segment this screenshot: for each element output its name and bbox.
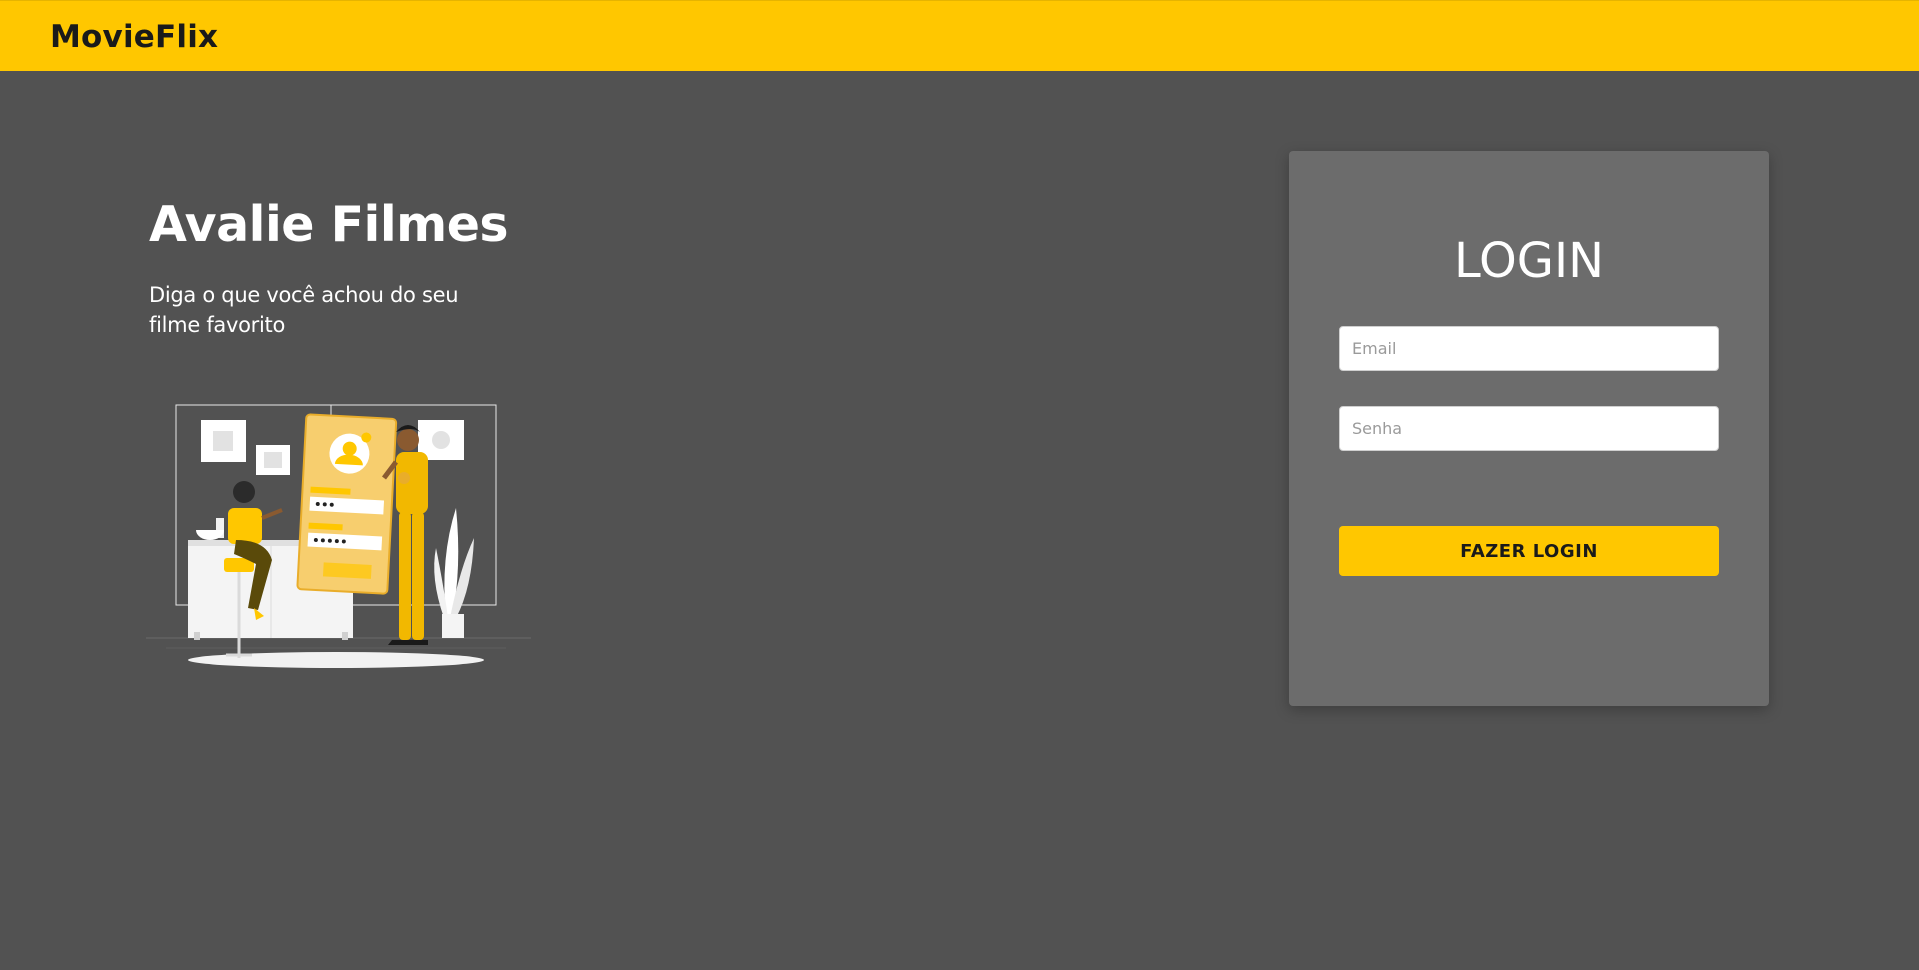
login-card: LOGIN FAZER LOGIN [1289,151,1769,706]
hero-title: Avalie Filmes [149,196,509,253]
hero-subtitle: Diga o que você achou do seu filme favor… [149,283,459,337]
login-illustration [146,400,531,672]
email-input[interactable] [1339,326,1719,371]
login-button[interactable]: FAZER LOGIN [1339,526,1719,576]
password-input[interactable] [1339,406,1719,451]
brand-logo[interactable]: MovieFlix [50,19,218,55]
navbar: MovieFlix [0,0,1919,71]
login-title: LOGIN [1453,233,1605,289]
